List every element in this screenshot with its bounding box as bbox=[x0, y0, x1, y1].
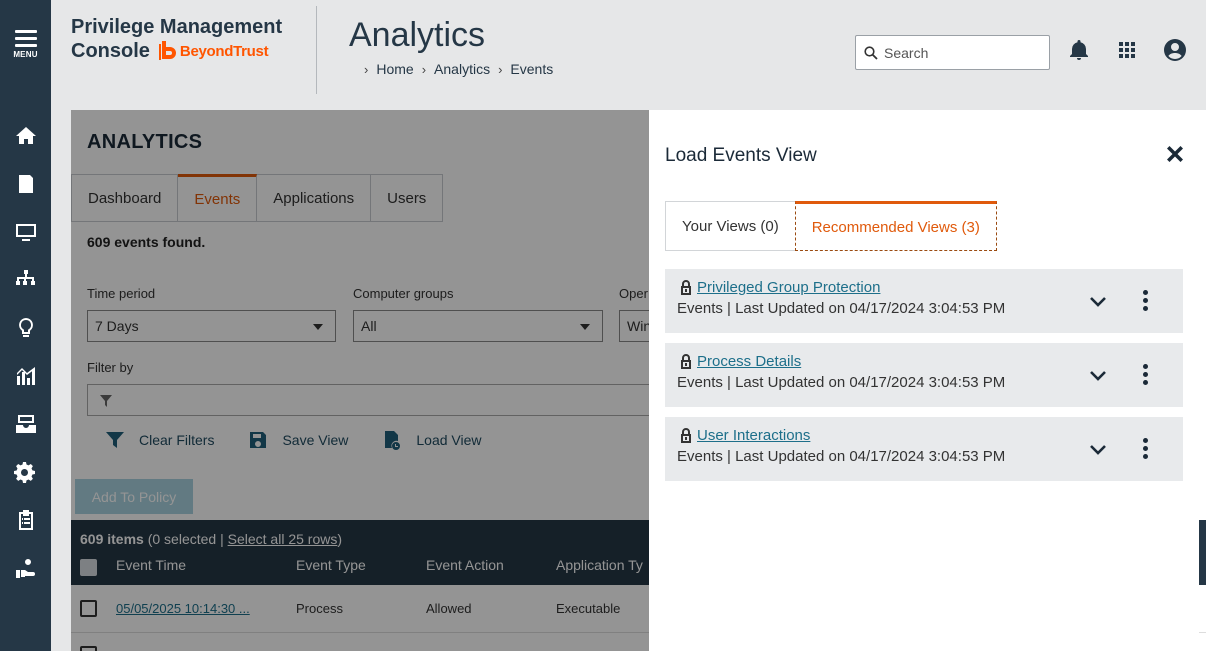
more-options-icon[interactable] bbox=[1143, 364, 1151, 386]
more-options-icon[interactable] bbox=[1143, 438, 1151, 460]
drawer-title: Load Events View bbox=[665, 145, 817, 166]
breadcrumb-analytics[interactable]: Analytics bbox=[434, 61, 490, 77]
nav-computer-icon[interactable] bbox=[0, 217, 51, 247]
menu-button[interactable]: MENU bbox=[0, 30, 51, 59]
breadcrumb-chevron-icon: › bbox=[421, 61, 427, 77]
locked-view-icon bbox=[681, 353, 691, 369]
view-card: User Interactions Events | Last Updated … bbox=[665, 417, 1183, 481]
tab-your-views[interactable]: Your Views (0) bbox=[665, 201, 796, 251]
hamburger-icon bbox=[14, 30, 37, 47]
view-name-link[interactable]: Process Details bbox=[697, 353, 801, 370]
brand-logo[interactable]: Privilege Management Console BeyondTrust bbox=[71, 16, 282, 63]
view-card: Privileged Group Protection Events | Las… bbox=[665, 269, 1183, 333]
nav-policy-icon[interactable] bbox=[0, 169, 51, 199]
nav-inbox-icon[interactable] bbox=[0, 409, 51, 439]
breadcrumb-events: Events bbox=[510, 61, 554, 77]
app-header: Privilege Management Console BeyondTrust… bbox=[51, 0, 1206, 100]
user-profile-icon[interactable] bbox=[1161, 36, 1189, 64]
nav-hand-icon[interactable] bbox=[0, 553, 51, 583]
view-card: Process Details Events | Last Updated on… bbox=[665, 343, 1183, 407]
app-grid-icon[interactable] bbox=[1113, 36, 1141, 64]
nav-clipboard-icon[interactable] bbox=[0, 505, 51, 535]
breadcrumb-chevron-icon: › bbox=[498, 61, 503, 77]
brand-title-line2: Console bbox=[71, 39, 150, 62]
view-meta: Events | Last Updated on 04/17/2024 3:04… bbox=[677, 300, 1006, 317]
chevron-down-icon[interactable] bbox=[1088, 441, 1108, 457]
beyondtrust-logo-icon bbox=[158, 41, 176, 60]
load-events-view-drawer: Load Events View Your Views (0) Recommen… bbox=[649, 110, 1199, 651]
nav-settings-icon[interactable] bbox=[0, 457, 51, 487]
brand-title-line1: Privilege Management bbox=[71, 16, 283, 38]
drawer-tabs: Your Views (0) Recommended Views (3) bbox=[665, 201, 997, 251]
view-meta: Events | Last Updated on 04/17/2024 3:04… bbox=[677, 448, 1006, 465]
beyondtrust-logo: BeyondTrust bbox=[158, 39, 269, 63]
search-icon bbox=[864, 45, 878, 60]
locked-view-icon bbox=[681, 427, 691, 443]
search-input[interactable] bbox=[884, 44, 1044, 61]
nav-analytics-icon[interactable] bbox=[0, 361, 51, 391]
nav-org-chart-icon[interactable] bbox=[0, 265, 51, 295]
search-box[interactable] bbox=[855, 35, 1050, 70]
notifications-bell-icon[interactable] bbox=[1065, 36, 1093, 64]
breadcrumb-chevron-icon: › bbox=[364, 61, 369, 77]
chevron-down-icon[interactable] bbox=[1088, 367, 1108, 383]
beyondtrust-wordmark: BeyondTrust bbox=[179, 42, 269, 60]
nav-home-icon[interactable] bbox=[0, 121, 51, 151]
chevron-down-icon[interactable] bbox=[1088, 293, 1108, 309]
breadcrumb: › Home › Analytics › Events bbox=[356, 61, 553, 77]
modal-backdrop-overlay[interactable] bbox=[71, 110, 649, 651]
breadcrumb-home[interactable]: Home bbox=[376, 61, 413, 77]
locked-view-icon bbox=[681, 279, 691, 295]
view-name-link[interactable]: Privileged Group Protection bbox=[697, 279, 880, 296]
close-icon[interactable] bbox=[1164, 143, 1186, 165]
nav-lightbulb-icon[interactable] bbox=[0, 313, 51, 343]
view-meta: Events | Last Updated on 04/17/2024 3:04… bbox=[677, 374, 1006, 391]
menu-label: MENU bbox=[13, 50, 38, 59]
header-divider bbox=[316, 6, 317, 94]
left-nav-rail: MENU bbox=[0, 0, 51, 651]
page-title: Analytics bbox=[349, 16, 486, 54]
tab-recommended-views[interactable]: Recommended Views (3) bbox=[794, 201, 997, 251]
view-name-link[interactable]: User Interactions bbox=[697, 427, 810, 444]
more-options-icon[interactable] bbox=[1143, 290, 1151, 312]
